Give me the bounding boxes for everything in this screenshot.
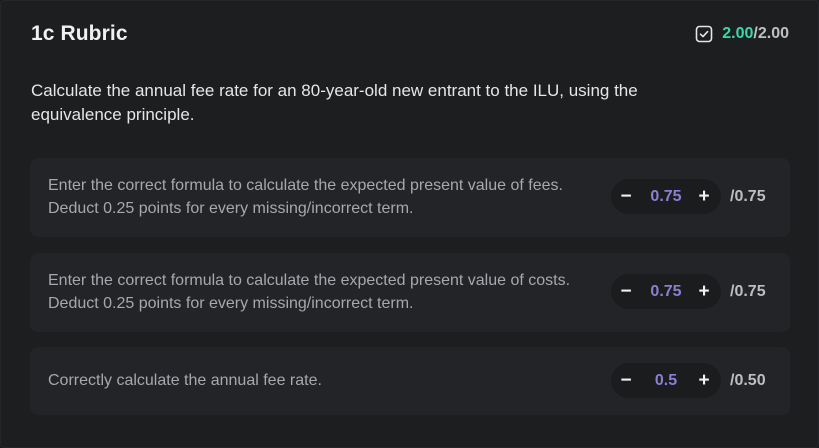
score-input[interactable]	[641, 274, 691, 309]
question-prompt: Calculate the annual fee rate for an 80-…	[31, 81, 638, 124]
score-stepper: − +	[611, 179, 721, 214]
criterion-text: Enter the correct formula to calculate t…	[48, 177, 563, 217]
score-input[interactable]	[641, 363, 691, 398]
increment-button[interactable]: +	[689, 274, 719, 309]
criterion-max-score: /0.75	[730, 188, 766, 205]
criterion-row: Correctly calculate the annual fee rate.…	[30, 347, 790, 415]
decrement-button[interactable]: −	[611, 179, 641, 214]
criterion-text: Correctly calculate the annual fee rate.	[48, 372, 322, 389]
criterion-row: Enter the correct formula to calculate t…	[30, 158, 790, 237]
increment-button[interactable]: +	[689, 179, 719, 214]
decrement-button[interactable]: −	[611, 363, 641, 398]
score-earned: 2.00	[722, 25, 754, 42]
checkbox-checked-icon	[695, 25, 713, 43]
criterion-row: Enter the correct formula to calculate t…	[30, 253, 790, 332]
criterion-max-score: /0.75	[730, 283, 766, 300]
score-input[interactable]	[641, 179, 691, 214]
score-stepper: − +	[611, 363, 721, 398]
score-max: /2.00	[753, 25, 789, 42]
rubric-title: 1c Rubric	[31, 22, 128, 45]
rubric-header: 1c Rubric 2.00/2.00	[31, 21, 789, 47]
rubric-card: 1c Rubric 2.00/2.00 Calculate the annual…	[0, 0, 819, 448]
decrement-button[interactable]: −	[611, 274, 641, 309]
total-score: 2.00/2.00	[695, 25, 789, 43]
score-stepper: − +	[611, 274, 721, 309]
criterion-max-score: /0.50	[730, 372, 766, 389]
criterion-text: Enter the correct formula to calculate t…	[48, 272, 571, 312]
increment-button[interactable]: +	[689, 363, 719, 398]
